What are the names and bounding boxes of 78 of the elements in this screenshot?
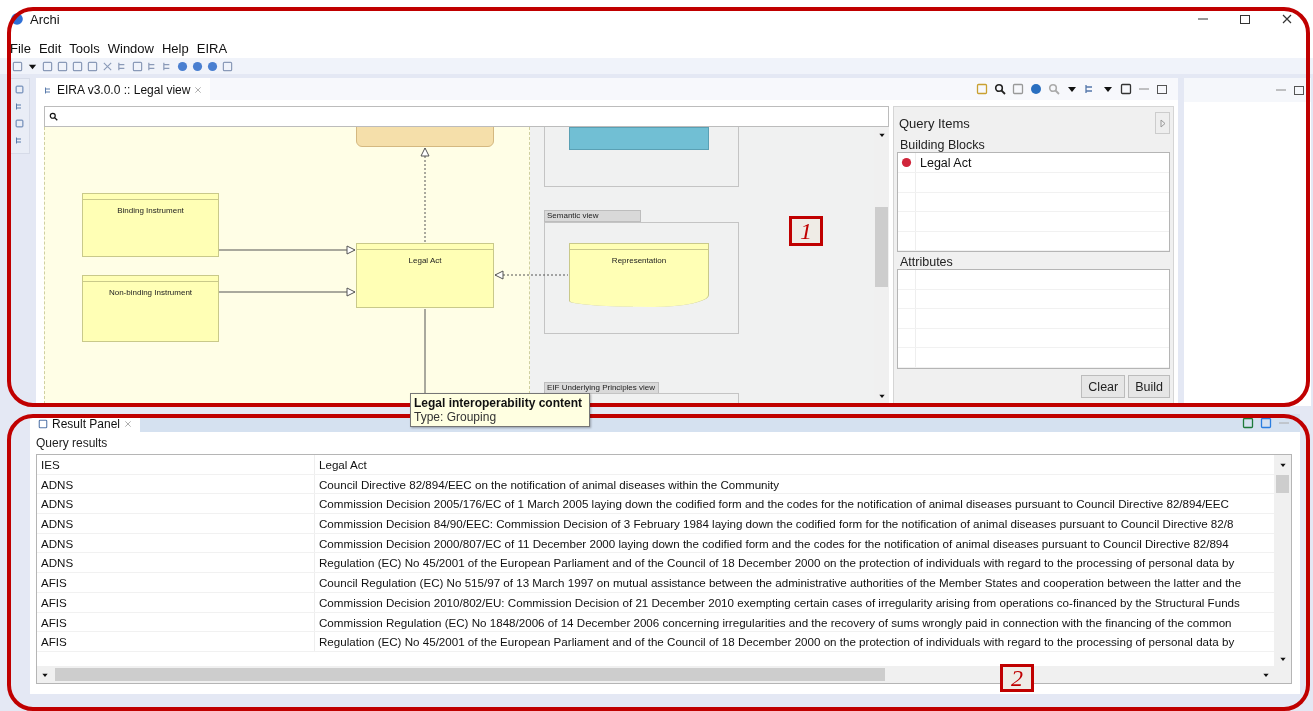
table-cell: AFIS	[37, 612, 315, 632]
scrollbar-thumb[interactable]	[55, 668, 885, 681]
search-icon	[49, 112, 58, 121]
tree-icon	[44, 85, 53, 95]
table-cell: ADNS	[37, 533, 315, 553]
table-cell-text: Commission Decision 2010/802/EU: Commission Decision of 21 December 2010 exempting certain cases of irregularity arising from operations co-financed by the Structural Funds	[318, 594, 1241, 611]
column-header[interactable]: IES	[37, 455, 315, 474]
scrollbar-thumb[interactable]	[875, 207, 888, 287]
table-cell-text: Commission Decision 84/90/EEC: Commission Decision of 3 February 1984 laying down the codified form for the notification of animal diseases pursuant to Council Directive 82/8	[318, 516, 1235, 533]
restore-icon[interactable]	[1239, 13, 1251, 25]
toolbar-icon[interactable]	[1120, 83, 1132, 95]
menu-item[interactable]: Edit	[38, 40, 62, 56]
menu-item[interactable]: Help	[161, 40, 189, 56]
scroll-down-icon[interactable]	[877, 392, 886, 400]
view-icon[interactable]	[14, 85, 24, 94]
window-title: Archi	[30, 11, 61, 27]
build-button[interactable]: Build	[1128, 375, 1170, 398]
realization-arrow[interactable]	[494, 270, 569, 280]
table-cell: AFIS	[37, 632, 315, 651]
diagram-element[interactable]	[569, 127, 709, 150]
clear-button[interactable]: Clear	[1081, 375, 1126, 398]
scrollbar-thumb[interactable]	[1276, 475, 1289, 493]
table-cell: ADNS	[37, 514, 315, 533]
column-header[interactable]: Legal Act	[315, 455, 1274, 474]
maximize-icon[interactable]	[1293, 84, 1305, 96]
table-cell-text: Regulation (EC) No 45/2001 of the European Parliament and of the Council of 18 December 2000 on the protection of individuals with regard to the processing of personal data by	[318, 555, 1236, 572]
table-cell-text: Commission Regulation (EC) No 1848/2006 of 14 December 2006 concerning irregularities and the recovery of sums wrongly paid in connection with the financing of the common	[318, 614, 1233, 631]
panel-icon	[38, 419, 48, 429]
view-label: EIF Underlying Principles view	[544, 382, 660, 394]
circle-icon[interactable]	[177, 60, 188, 72]
close-icon[interactable]	[1281, 13, 1293, 25]
scroll-up-icon[interactable]	[877, 131, 886, 139]
table-cell-text: Council Regulation (EC) No 515/97 of 13 March 1997 on mutual assistance between the administrative authorities of the Member States and cooperation between the latter and the	[318, 575, 1243, 592]
group-label: Attributes	[899, 254, 954, 269]
specialization-arrow[interactable]	[218, 245, 356, 255]
table-cell-text: Commission Decision 2000/807/EC of 11 December 2000 laying down the codified form and the codes for the notification of animal diseases pursuant to Council Directive 82/894	[318, 535, 1230, 552]
table-cell: ADNS	[37, 494, 315, 514]
search-icon[interactable]	[994, 83, 1006, 95]
table-cell-text: Regulation (EC) No 45/2001 of the European Parliament and of the Council of 18 December 2000 on the protection of individuals with regard to the processing of personal data by	[318, 634, 1236, 651]
table-cell-text: Council Directive 82/894/EEC on the notification of animal diseases within the Community	[318, 476, 781, 493]
menu-item[interactable]: File	[10, 40, 31, 56]
delete-icon[interactable]	[102, 60, 113, 72]
tooltip-title: Legal interoperability content	[414, 396, 584, 410]
table-cell: ADNS	[37, 553, 315, 573]
diagram-element[interactable]: Non-binding Instrument	[82, 275, 219, 342]
tooltip-text: Type: Grouping	[414, 410, 498, 424]
callout-number: 1	[789, 216, 823, 246]
view-label: Semantic view	[544, 210, 641, 222]
maximize-icon[interactable]	[1156, 83, 1168, 95]
diagram-element[interactable]: Binding Instrument	[82, 193, 219, 257]
circle-icon[interactable]	[192, 60, 203, 72]
specialization-arrow[interactable]	[218, 287, 356, 297]
table-cell-text: Commission Decision 2005/176/EC of 1 March 2005 laying down the codified form and the codes for the notification of animal diseases pursuant to Council Directive 82/894/EEC	[318, 496, 1230, 513]
callout-number: 2	[1000, 664, 1034, 692]
editor-tab[interactable]: EIRA v3.0.0 :: Legal view	[36, 78, 211, 100]
diagram-element[interactable]: Legal Act	[356, 243, 494, 308]
tree-icon[interactable]	[14, 102, 24, 111]
representation-element[interactable]: Representation	[569, 243, 709, 307]
app-logo-icon	[10, 12, 24, 26]
play-icon	[1159, 118, 1166, 128]
realization-arrow[interactable]	[420, 147, 430, 243]
collapse-button[interactable]	[1155, 112, 1170, 134]
scroll-up-icon[interactable]	[1278, 461, 1287, 469]
group-label: Building Blocks	[899, 137, 986, 152]
panel-title: Query Items	[899, 115, 970, 131]
table-cell: AFIS	[37, 592, 315, 612]
tree-icon[interactable]	[14, 136, 24, 145]
table-cell: AFIS	[37, 573, 315, 592]
table-cell: ADNS	[37, 474, 315, 494]
menu-item[interactable]: EIRA	[196, 40, 228, 56]
group-label: Query results	[36, 436, 109, 450]
circle-icon[interactable]	[207, 60, 218, 72]
menu-item[interactable]: Tools	[69, 40, 100, 56]
menu-item[interactable]: Window	[107, 40, 154, 56]
view-icon[interactable]	[14, 119, 24, 128]
list-item[interactable]: Legal Act	[916, 153, 972, 172]
search-field[interactable]	[44, 106, 889, 127]
scroll-down-icon[interactable]	[1278, 655, 1287, 663]
